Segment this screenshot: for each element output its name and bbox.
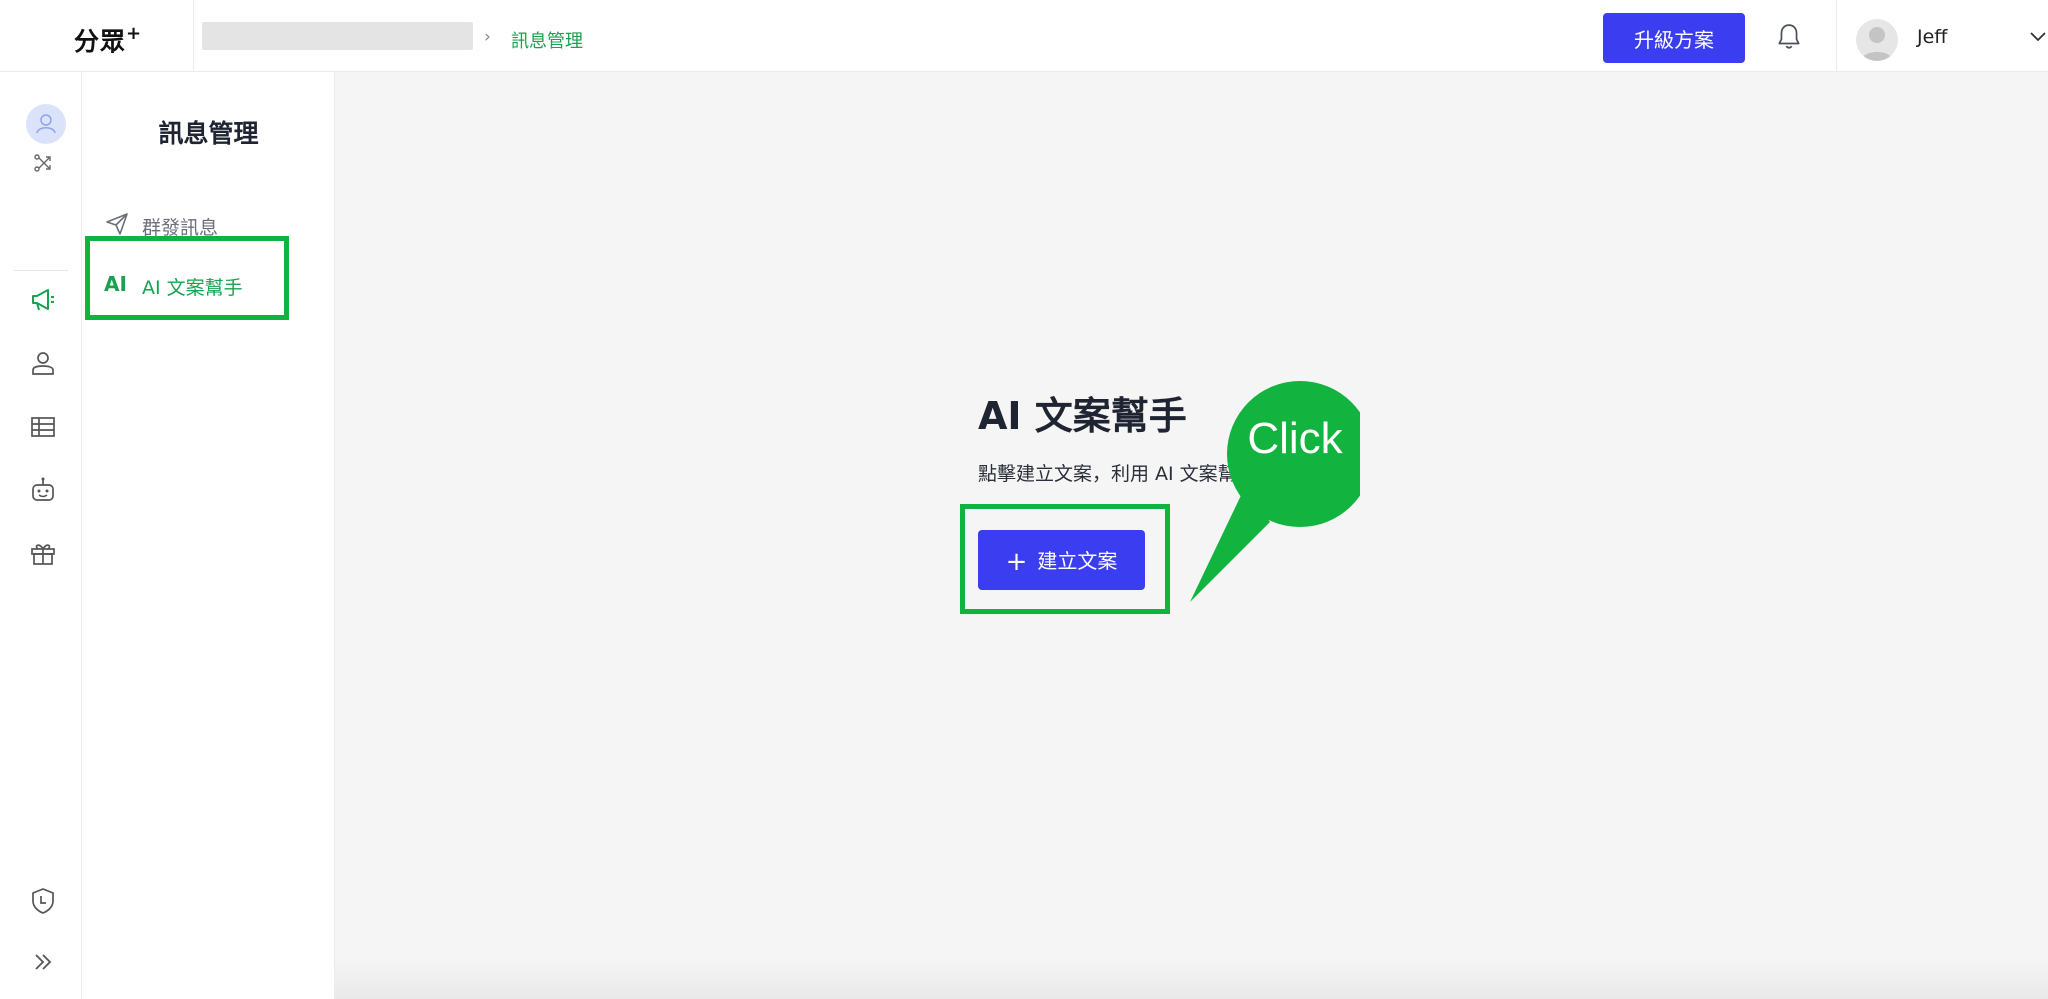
callout-label: Click xyxy=(1247,414,1343,463)
main-content: AI 文案幫手 點擊建立文案，利用 AI 文案幫手撰寫文案吧！ + 建立文案 Cl… xyxy=(335,72,2048,999)
robot-icon[interactable] xyxy=(28,475,58,505)
breadcrumb-redacted xyxy=(202,22,473,50)
avatar[interactable] xyxy=(1856,19,1898,61)
person-icon[interactable] xyxy=(28,348,58,378)
user-name[interactable]: Jeff xyxy=(1917,26,1947,48)
logo-plus: + xyxy=(126,22,143,44)
gift-icon[interactable] xyxy=(28,538,58,568)
breadcrumb-separator: › xyxy=(484,27,491,47)
annotation-highlight-nav xyxy=(85,236,289,320)
avatar-silhouette-icon xyxy=(1861,27,1893,61)
send-icon xyxy=(106,213,128,235)
upgrade-plan-button[interactable]: 升級方案 xyxy=(1603,13,1745,63)
shield-clock-icon[interactable] xyxy=(28,886,58,916)
user-divider xyxy=(1836,0,1837,72)
create-copy-button[interactable]: + 建立文案 xyxy=(978,530,1145,590)
logo-text: 分眾 xyxy=(74,27,127,56)
flow-icon[interactable] xyxy=(33,152,55,174)
breadcrumb-current[interactable]: 訊息管理 xyxy=(511,27,583,53)
chevron-down-icon[interactable] xyxy=(2028,26,2048,46)
top-bar: 分眾+ › 訊息管理 升級方案 Jeff xyxy=(0,0,2048,72)
logo-divider xyxy=(193,0,194,72)
icon-rail xyxy=(0,72,82,999)
page-title: AI 文案幫手 xyxy=(978,394,1187,438)
subnav-title: 訊息管理 xyxy=(158,119,259,148)
bell-icon[interactable] xyxy=(1776,23,1802,51)
sub-navigation: 訊息管理 群發訊息 AI AI 文案幫手 xyxy=(82,72,335,999)
user-icon xyxy=(36,114,56,134)
app-logo[interactable]: 分眾+ xyxy=(74,22,142,58)
create-copy-label: 建立文案 xyxy=(1037,549,1118,573)
expand-icon[interactable] xyxy=(28,947,58,977)
plus-icon: + xyxy=(1005,547,1028,577)
table-icon[interactable] xyxy=(28,412,58,442)
rail-divider xyxy=(14,270,68,271)
bottom-shadow xyxy=(335,959,2048,999)
click-callout xyxy=(1190,381,1360,602)
rail-user-avatar[interactable] xyxy=(26,104,66,144)
megaphone-icon[interactable] xyxy=(28,285,58,315)
